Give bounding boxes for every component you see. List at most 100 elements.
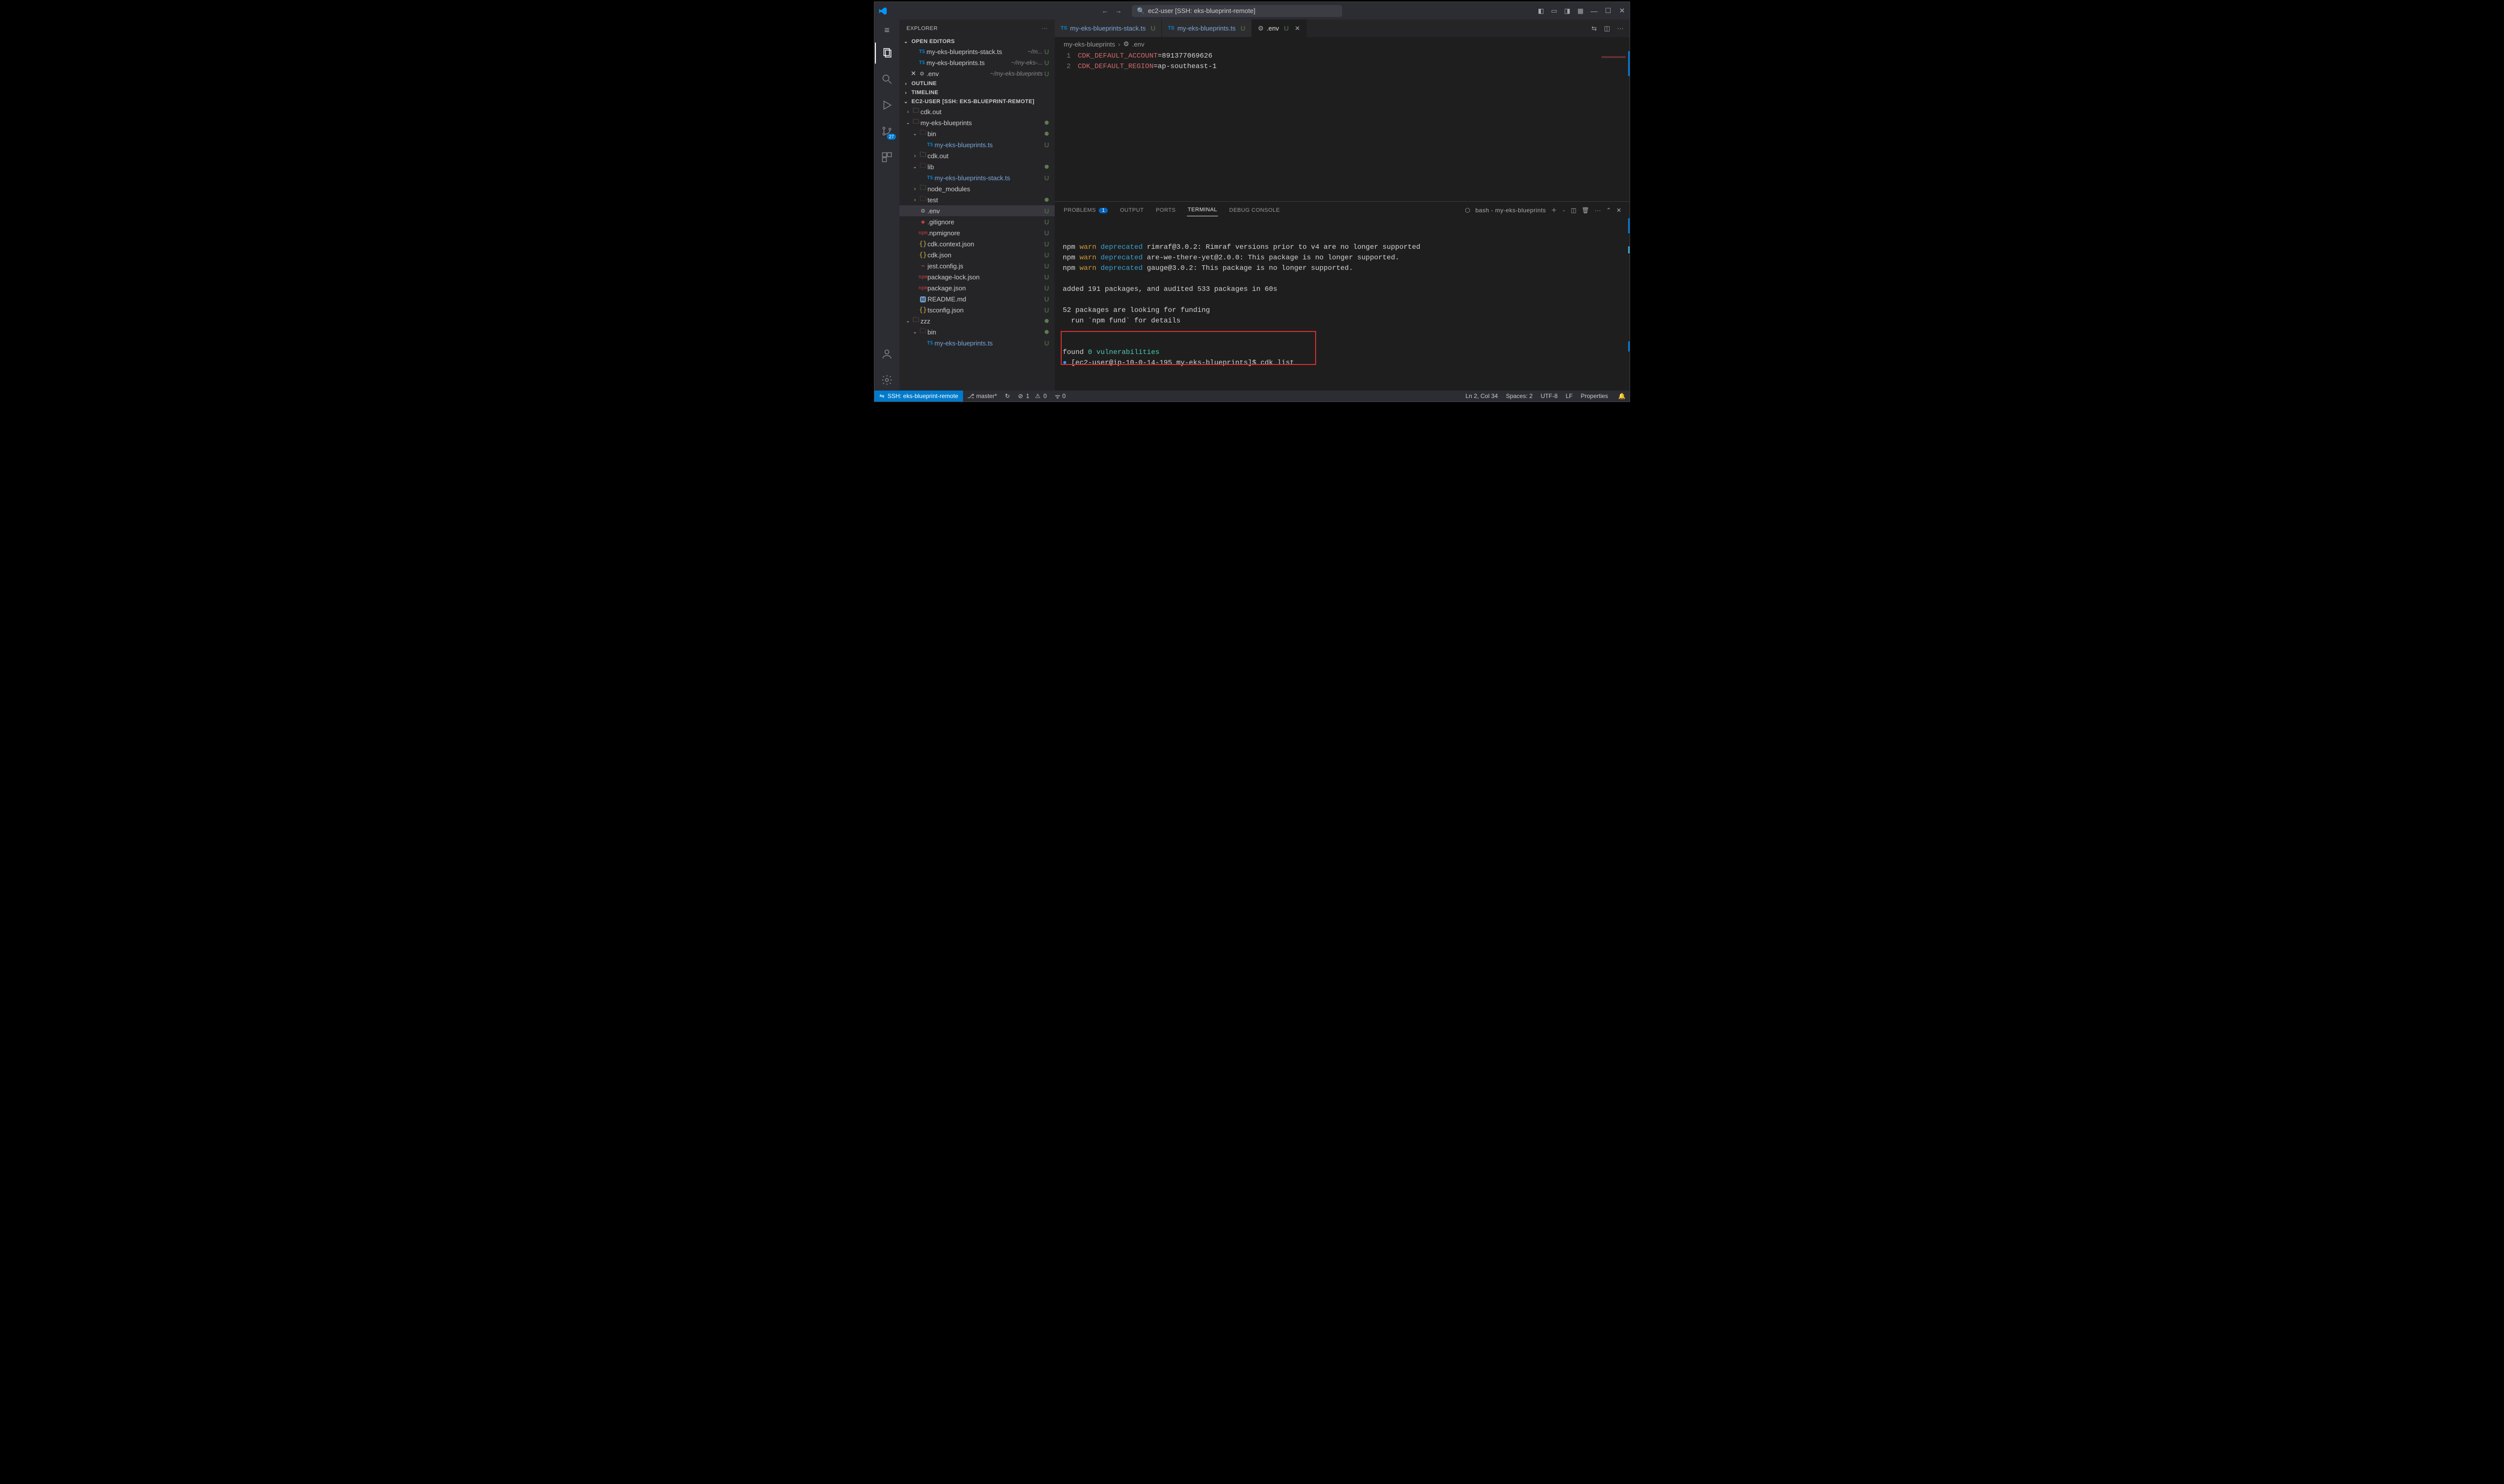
git-status: U (1043, 284, 1051, 292)
panel-tab-ports[interactable]: PORTS (1155, 204, 1177, 216)
split-editor-icon[interactable]: ◫ (1604, 25, 1610, 33)
menu-button[interactable]: ≡ (875, 23, 899, 38)
terminal[interactable]: npm warn deprecated rimraf@3.0.2: Rimraf… (1055, 218, 1630, 366)
file-tree-item[interactable]: TSmy-eks-blueprints-stack.tsU (899, 172, 1055, 183)
file-tree-item[interactable]: TSmy-eks-blueprints.tsU (899, 337, 1055, 348)
status-eol[interactable]: LF (1561, 393, 1577, 400)
panel-tab-debug-console[interactable]: DEBUG CONSOLE (1228, 204, 1281, 216)
file-tree-item[interactable]: npmpackage.jsonU (899, 282, 1055, 293)
status-encoding[interactable]: UTF-8 (1536, 393, 1561, 400)
open-editor-item[interactable]: ✕⚙.env~/my-eks-blueprintsU (899, 68, 1055, 79)
open-editor-item[interactable]: TSmy-eks-blueprints-stack.ts~/m...U (899, 46, 1055, 57)
status-language[interactable]: Properties (1577, 393, 1612, 400)
kill-terminal-button[interactable]: 🗑 (1582, 207, 1590, 214)
status-ports[interactable]: ᯤ0 (1051, 392, 1070, 401)
activity-accounts[interactable] (875, 343, 899, 364)
file-tree-item[interactable]: ⌄🗀my-eks-blueprints (899, 117, 1055, 128)
minimap[interactable] (1573, 51, 1628, 71)
git-status-dot (1045, 165, 1049, 169)
window-minimize-button[interactable]: — (1591, 7, 1598, 15)
file-tree-item[interactable]: ›🗀cdk.out (899, 106, 1055, 117)
status-remote[interactable]: ⇋SSH: eks-blueprint-remote (874, 391, 963, 402)
file-tree-item[interactable]: ◆.gitignoreU (899, 216, 1055, 227)
editor-tab[interactable]: TSmy-eks-blueprints-stack.tsU (1055, 20, 1162, 37)
close-icon[interactable]: ✕ (909, 70, 917, 78)
activity-search[interactable] (875, 69, 899, 90)
layout-panel-icon[interactable]: ▭ (1551, 7, 1557, 15)
layout-customize-icon[interactable]: ▦ (1578, 7, 1584, 15)
file-tree-item[interactable]: npm.npmignoreU (899, 227, 1055, 238)
file-path: ~/my-eks-... (1011, 59, 1043, 66)
status-notifications[interactable]: 🔔 (1614, 393, 1630, 400)
outline-section[interactable]: ›OUTLINE (899, 79, 1055, 88)
layout-sidebar-left-icon[interactable]: ◧ (1538, 7, 1544, 15)
editor-tab[interactable]: TSmy-eks-blueprints.tsU (1162, 20, 1251, 37)
open-editor-item[interactable]: TSmy-eks-blueprints.ts~/my-eks-...U (899, 57, 1055, 68)
git-status-dot (1045, 319, 1049, 323)
command-center[interactable]: 🔍 ec2-user [SSH: eks-blueprint-remote] (1132, 5, 1342, 17)
panel-tab-output[interactable]: OUTPUT (1119, 204, 1145, 216)
terminal-name[interactable]: bash - my-eks-blueprints (1475, 207, 1546, 214)
breadcrumb[interactable]: my-eks-blueprints › ⚙ .env (1055, 37, 1630, 51)
activity-extensions[interactable] (875, 147, 899, 168)
panel-close-button[interactable]: ✕ (1617, 207, 1622, 214)
panel-more-button[interactable]: ··· (1595, 207, 1601, 214)
file-tree-item[interactable]: 🅼README.mdU (899, 293, 1055, 304)
gear-icon: ⚙ (1258, 25, 1264, 33)
git-status: U (1043, 70, 1051, 78)
file-tree-item[interactable]: ⌁jest.config.jsU (899, 260, 1055, 271)
file-tree-item[interactable]: {}tsconfig.jsonU (899, 304, 1055, 315)
new-terminal-button[interactable]: ＋ (1551, 206, 1557, 214)
status-problems[interactable]: 1 0 (1014, 393, 1051, 400)
panel-tab-problems[interactable]: PROBLEMS1 (1063, 204, 1109, 216)
window-close-button[interactable]: ✕ (1619, 7, 1626, 15)
file-tree-item[interactable]: ›🗀node_modules (899, 183, 1055, 194)
file-name: cdk.out (920, 108, 1051, 116)
status-branch[interactable]: ⎇master* (963, 393, 1001, 400)
activity-explorer[interactable] (875, 43, 899, 64)
compare-changes-icon[interactable]: ⇆ (1592, 25, 1597, 33)
file-tree-item[interactable]: npmpackage-lock.jsonU (899, 271, 1055, 282)
activity-run[interactable] (875, 95, 899, 116)
file-tree-item[interactable]: ⌄🗀lib (899, 161, 1055, 172)
more-actions-button[interactable]: ··· (1617, 25, 1624, 32)
chevron-icon: ⌄ (911, 131, 918, 137)
file-tree-item[interactable]: TSmy-eks-blueprints.tsU (899, 139, 1055, 150)
timeline-section[interactable]: ›TIMELINE (899, 88, 1055, 97)
status-sync[interactable]: ↻ (1001, 393, 1014, 400)
explorer-more-button[interactable]: ··· (1042, 26, 1048, 32)
file-tree-item[interactable]: ⚙.envU (899, 205, 1055, 216)
git-status: U (1043, 229, 1051, 237)
file-tree-item[interactable]: ›🗀test (899, 194, 1055, 205)
open-editors-section[interactable]: ⌄OPEN EDITORS (899, 37, 1055, 46)
gear-icon (881, 374, 893, 386)
git-status: U (1043, 174, 1051, 182)
workspace-section[interactable]: ⌄EC2-USER [SSH: EKS-BLUEPRINT-REMOTE] (899, 97, 1055, 106)
window-maximize-button[interactable]: ☐ (1605, 7, 1612, 15)
npm-icon: npm (918, 230, 927, 236)
layout-sidebar-right-icon[interactable]: ◨ (1564, 7, 1570, 15)
split-terminal-button[interactable]: ◫ (1571, 207, 1577, 214)
code-editor[interactable]: 1CDK_DEFAULT_ACCOUNT=8913770696262CDK_DE… (1055, 51, 1630, 201)
panel-maximize-button[interactable]: ⌃ (1606, 207, 1611, 214)
file-tree-item[interactable]: {}cdk.jsonU (899, 249, 1055, 260)
file-tree-item[interactable]: ⌄🗀bin (899, 128, 1055, 139)
status-indent[interactable]: Spaces: 2 (1502, 393, 1536, 400)
file-tree-item[interactable]: {}cdk.context.jsonU (899, 238, 1055, 249)
terminal-dropdown-icon[interactable]: ⌄ (1562, 208, 1566, 212)
nav-back-button[interactable]: ← (1102, 7, 1108, 15)
typescript-icon: TS (1168, 26, 1174, 31)
editor-tab[interactable]: ⚙.envU✕ (1252, 20, 1307, 37)
file-tree-item[interactable]: ⌄🗀zzz (899, 315, 1055, 326)
close-icon[interactable]: ✕ (1295, 25, 1300, 33)
problems-badge: 1 (1099, 208, 1108, 213)
activity-source-control[interactable]: 27 (875, 121, 899, 142)
status-cursor-pos[interactable]: Ln 2, Col 34 (1461, 393, 1502, 400)
editor-area: TSmy-eks-blueprints-stack.tsUTSmy-eks-bl… (1055, 20, 1630, 391)
activity-settings[interactable] (875, 369, 899, 391)
file-tree-item[interactable]: ⌄🗀bin (899, 326, 1055, 337)
panel-tab-terminal[interactable]: TERMINAL (1187, 204, 1218, 216)
line-number: 2 (1058, 62, 1078, 72)
nav-forward-button[interactable]: → (1115, 7, 1122, 15)
file-tree-item[interactable]: ›🗀cdk.out (899, 150, 1055, 161)
